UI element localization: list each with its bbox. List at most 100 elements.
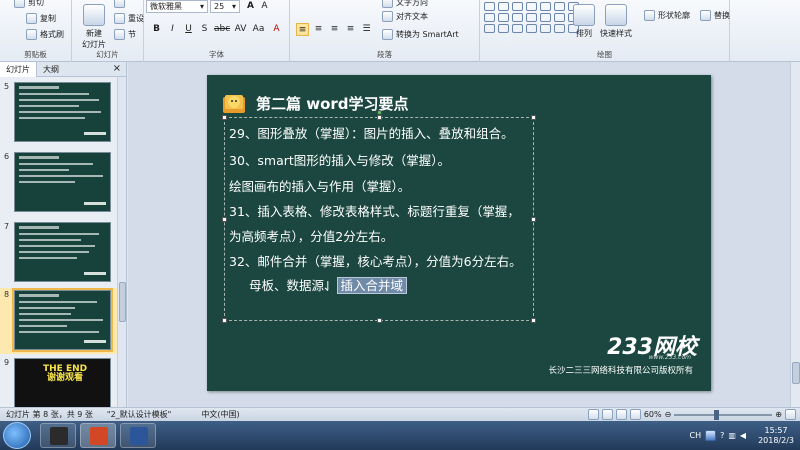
brand-url: www.233.com	[648, 354, 691, 361]
book-icon	[223, 95, 245, 113]
zoom-slider-knob[interactable]	[714, 409, 720, 420]
zoom-level[interactable]: 60%	[644, 410, 662, 419]
resize-handle[interactable]	[377, 318, 382, 323]
convert-smartart-button[interactable]: 转换为 SmartArt	[382, 29, 459, 40]
copy-button[interactable]: 复制	[26, 13, 56, 24]
cut-button[interactable]: 剪切	[14, 0, 44, 8]
change-case-button[interactable]: Aa	[252, 23, 265, 36]
shrink-font-button[interactable]: A	[258, 0, 271, 13]
underline-button[interactable]: U	[182, 23, 195, 36]
text-cursor-icon: I	[326, 279, 330, 293]
resize-handle[interactable]	[531, 115, 536, 120]
slides-panel-scrollbar[interactable]	[117, 77, 126, 407]
content-line[interactable]: 32、邮件合并（掌握，核心考点），分值为6分左右。	[229, 251, 522, 270]
replace-button[interactable]: 替换	[700, 10, 730, 21]
theme-status[interactable]: "2_默认设计模板"	[107, 409, 171, 420]
resize-handle[interactable]	[222, 318, 227, 323]
align-center-button[interactable]: ≡	[312, 23, 325, 36]
resize-handle[interactable]	[222, 115, 227, 120]
help-icon[interactable]: ?	[720, 431, 724, 440]
start-button[interactable]	[3, 422, 31, 449]
slide-thumbnail-7[interactable]: 7	[0, 220, 118, 286]
align-right-button[interactable]: ≡	[328, 23, 341, 36]
align-text-button[interactable]: 对齐文本	[382, 11, 428, 22]
input-method-icon[interactable]	[705, 430, 717, 441]
content-line[interactable]: 31、插入表格、修改表格样式、标题行重复（掌握，	[229, 201, 520, 220]
slide-thumbnail-6[interactable]: 6	[0, 150, 118, 216]
paragraph-group: 文字方向 对齐文本 转换为 SmartArt ≡ ≡ ≡ ≡ ☰ 段落	[290, 0, 480, 62]
resize-handle[interactable]	[531, 217, 536, 222]
slide-thumbnail-image	[14, 82, 111, 142]
content-line[interactable]: 绘图画布的插入与作用（掌握）。	[229, 176, 410, 195]
rotate-handle[interactable]	[377, 110, 382, 115]
resize-handle[interactable]	[377, 115, 382, 120]
align-left-button[interactable]: ≡	[296, 23, 309, 36]
slide-count-status: 幻灯片 第 8 张，共 9 张	[6, 410, 93, 419]
slides-group: 新建 幻灯片 重设 节 幻灯片	[72, 0, 144, 62]
media-app-button[interactable]	[40, 423, 76, 448]
drawing-group: 排列 快速样式 形状轮廓 替换 绘图	[480, 0, 730, 62]
slide-thumbnail-image	[12, 288, 113, 352]
slides-panel: 幻灯片 大纲 × 5 6 7 8 9 THE END 谢谢观看	[0, 61, 127, 418]
char-spacing-button[interactable]: AV	[234, 23, 247, 36]
ime-indicator[interactable]: CH	[689, 431, 701, 440]
layout-button[interactable]	[114, 0, 125, 8]
new-slide-button[interactable]: 新建 幻灯片	[74, 4, 114, 50]
language-status[interactable]: 中文(中国)	[201, 409, 239, 420]
clipboard-group: 剪切 复制 格式刷 剪贴板	[0, 0, 72, 62]
sorter-view-icon[interactable]	[601, 409, 613, 420]
scrollbar-thumb[interactable]	[119, 282, 126, 322]
slide-title[interactable]: 第二篇 word学习要点	[256, 93, 409, 114]
clock[interactable]: 15:57 2018/2/3	[758, 426, 794, 446]
volume-icon[interactable]: ◀	[740, 431, 746, 440]
justify-button[interactable]: ≡	[344, 23, 357, 36]
grow-font-button[interactable]: A	[244, 0, 257, 13]
word-app-button[interactable]	[120, 423, 156, 448]
section-button[interactable]: 节	[114, 29, 136, 40]
slide-thumbnail-image	[14, 222, 111, 282]
font-color-button[interactable]: A	[270, 23, 283, 36]
fit-to-window-icon[interactable]	[785, 409, 796, 420]
slide-thumbnail-8[interactable]: 8	[0, 288, 118, 354]
copy-icon	[26, 13, 37, 24]
zoom-out-icon[interactable]: ⊖	[665, 410, 672, 419]
slide-scrollbar[interactable]	[790, 62, 800, 407]
resize-handle[interactable]	[531, 318, 536, 323]
content-line[interactable]: 29、图形叠放（掌握）：图片的插入、叠放和组合。	[229, 123, 514, 142]
reset-icon	[114, 13, 125, 24]
quick-styles-button[interactable]: 快速样式	[592, 4, 640, 39]
network-icon[interactable]: ▥	[728, 431, 736, 440]
media-player-icon	[50, 427, 68, 445]
reset-button[interactable]: 重设	[114, 13, 144, 24]
powerpoint-app-button[interactable]	[80, 423, 116, 448]
shadow-button[interactable]: S	[198, 23, 211, 36]
align-text-icon	[382, 11, 393, 22]
bold-button[interactable]: B	[150, 23, 163, 36]
slideshow-icon[interactable]	[629, 409, 641, 420]
scissors-icon	[14, 0, 25, 8]
zoom-slider[interactable]	[674, 409, 773, 420]
scrollbar-thumb[interactable]	[792, 362, 800, 384]
selected-text[interactable]: 插入合并域	[336, 277, 408, 294]
font-size-combo[interactable]: 25 ▾	[210, 0, 240, 13]
current-slide[interactable]: 第二篇 word学习要点 29、图形叠放（掌握）：图片的插入、叠放和组合。 30…	[207, 75, 711, 391]
distributed-button[interactable]: ☰	[360, 23, 373, 36]
normal-view-icon[interactable]	[587, 409, 599, 420]
tab-slides[interactable]: 幻灯片	[0, 61, 37, 77]
resize-handle[interactable]	[222, 217, 227, 222]
tab-outline[interactable]: 大纲	[37, 62, 65, 77]
reading-view-icon[interactable]	[615, 409, 627, 420]
text-direction-button[interactable]: 文字方向	[382, 0, 428, 8]
drawing-group-label: 绘图	[597, 50, 612, 59]
close-icon[interactable]: ×	[113, 63, 121, 74]
slide-thumbnail-5[interactable]: 5	[0, 80, 118, 146]
content-line[interactable]: 30、smart图形的插入与修改（掌握）。	[229, 150, 450, 169]
italic-button[interactable]: I	[166, 23, 179, 36]
shape-outline-button[interactable]: 形状轮廓	[644, 10, 690, 21]
format-painter-button[interactable]: 格式刷	[26, 29, 64, 40]
font-name-combo[interactable]: 微软雅黑 ▾	[146, 0, 208, 13]
font-group-label: 字体	[209, 50, 224, 59]
zoom-in-icon[interactable]: ⊕	[775, 410, 782, 419]
strikethrough-button[interactable]: abc	[214, 23, 230, 36]
content-line[interactable]: 为高频考点），分值2分左右。	[229, 226, 393, 245]
